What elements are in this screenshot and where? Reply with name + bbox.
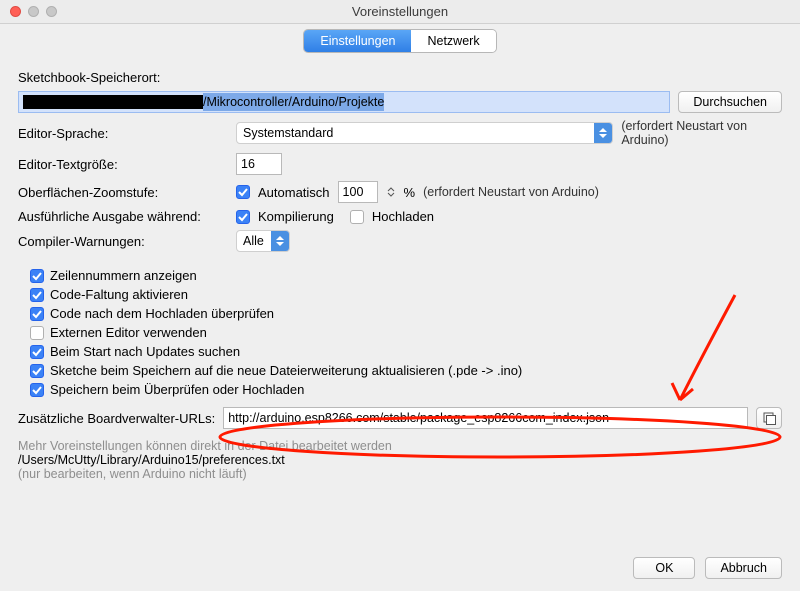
zoom-automatic-label: Automatisch (258, 185, 330, 200)
verbose-compile-label: Kompilierung (258, 209, 334, 224)
boards-url-label: Zusätzliche Boardverwalter-URLs: (18, 411, 215, 426)
editor-language-value: Systemstandard (243, 126, 333, 140)
more-prefs-line3: (nur bearbeiten, wenn Arduino nicht läuf… (18, 467, 782, 481)
warnings-select[interactable]: Alle (236, 230, 290, 252)
verbose-compile-checkbox[interactable] (236, 210, 250, 224)
zoom-label: Oberflächen-Zoomstufe: (18, 185, 228, 200)
zoom-pct-icon (386, 187, 396, 197)
check-updates-checkbox[interactable] (30, 345, 44, 359)
zoom-hint: (erfordert Neustart von Arduino) (423, 185, 599, 199)
maximize-icon (46, 6, 57, 17)
chevron-updown-icon[interactable] (386, 187, 396, 197)
update-ext-checkbox[interactable] (30, 364, 44, 378)
editor-language-select[interactable]: Systemstandard (236, 122, 613, 144)
window-title: Voreinstellungen (352, 4, 448, 19)
ok-button[interactable]: OK (633, 557, 695, 579)
zoom-pct-label: % (404, 185, 416, 200)
cancel-button[interactable]: Abbruch (705, 557, 782, 579)
verbose-upload-label: Hochladen (372, 209, 434, 224)
editor-language-label: Editor-Sprache: (18, 126, 228, 141)
warnings-value: Alle (243, 234, 264, 248)
window-icon (762, 411, 776, 425)
external-editor-checkbox[interactable] (30, 326, 44, 340)
dialog-footer: OK Abbruch (633, 557, 782, 579)
titlebar: Voreinstellungen (0, 0, 800, 24)
redacted-path-prefix (23, 95, 203, 109)
linenumbers-checkbox[interactable] (30, 269, 44, 283)
save-on-verify-label: Speichern beim Überprüfen oder Hochladen (50, 382, 304, 397)
sketchbook-path-input[interactable]: /Mikrocontroller/Arduino/Projekte (18, 91, 670, 113)
update-ext-label: Sketche beim Speichern auf die neue Date… (50, 363, 522, 378)
verify-after-upload-label: Code nach dem Hochladen überprüfen (50, 306, 274, 321)
verbose-label: Ausführliche Ausgabe während: (18, 209, 228, 224)
sketchbook-path-suffix: /Mikrocontroller/Arduino/Projekte (203, 93, 384, 111)
zoom-value-input[interactable]: 100 (338, 181, 378, 203)
chevron-updown-icon (271, 231, 289, 251)
verify-after-upload-checkbox[interactable] (30, 307, 44, 321)
sketchbook-label: Sketchbook-Speicherort: (18, 70, 782, 85)
chevron-updown-icon (594, 123, 612, 143)
boards-url-expand-button[interactable] (756, 407, 782, 429)
window-controls (10, 6, 57, 17)
more-prefs-info: Mehr Voreinstellungen können direkt in d… (18, 439, 782, 481)
more-prefs-line1: Mehr Voreinstellungen können direkt in d… (18, 439, 782, 453)
minimize-icon (28, 6, 39, 17)
linenumbers-label: Zeilennummern anzeigen (50, 268, 197, 283)
tab-settings[interactable]: Einstellungen (304, 30, 411, 52)
browse-button[interactable]: Durchsuchen (678, 91, 782, 113)
external-editor-label: Externen Editor verwenden (50, 325, 207, 340)
verbose-upload-checkbox[interactable] (350, 210, 364, 224)
tab-network[interactable]: Netzwerk (411, 30, 495, 52)
editor-language-hint: (erfordert Neustart von Arduino) (621, 119, 782, 147)
save-on-verify-checkbox[interactable] (30, 383, 44, 397)
warnings-label: Compiler-Warnungen: (18, 234, 228, 249)
folding-checkbox[interactable] (30, 288, 44, 302)
folding-label: Code-Faltung aktivieren (50, 287, 188, 302)
tab-bar: Einstellungen Netzwerk (0, 24, 800, 56)
settings-panel: Sketchbook-Speicherort: /Mikrocontroller… (0, 56, 800, 543)
boards-url-input[interactable]: http://arduino.esp8266.com/stable/packag… (223, 407, 748, 429)
close-icon[interactable] (10, 6, 21, 17)
editor-fontsize-input[interactable]: 16 (236, 153, 282, 175)
zoom-automatic-checkbox[interactable] (236, 185, 250, 199)
editor-fontsize-label: Editor-Textgröße: (18, 157, 228, 172)
more-prefs-path: /Users/McUtty/Library/Arduino15/preferen… (18, 453, 782, 467)
check-updates-label: Beim Start nach Updates suchen (50, 344, 240, 359)
